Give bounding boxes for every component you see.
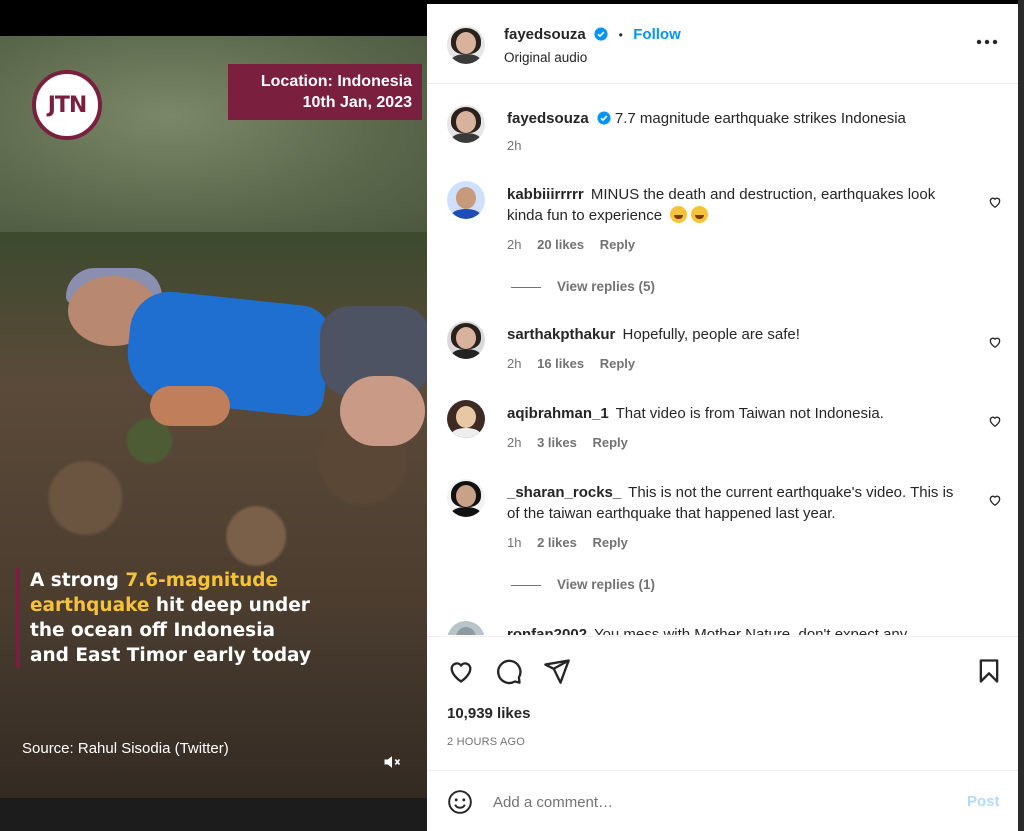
video-person-hand [150,386,230,426]
like-comment-heart-icon[interactable] [988,335,1002,349]
comment-username[interactable]: kabbiiirrrrr [507,186,584,203]
verified-icon [597,111,611,125]
heart-icon[interactable] [447,657,475,685]
reply-button[interactable]: Reply [600,237,635,252]
avatar[interactable] [447,181,485,219]
comment-body: Hopefully, people are safe! [622,326,800,343]
comment-username[interactable]: aqibrahman_1 [507,405,609,422]
location-line: Location: Indonesia [260,73,412,90]
caption-body: 7.7 magnitude earthquake strikes Indones… [614,110,906,127]
caption-username[interactable]: fayedsouza [507,110,589,127]
add-comment-bar: Post [427,770,1018,831]
comment-icon[interactable] [495,657,523,685]
avatar[interactable] [447,321,485,359]
avatar[interactable] [447,621,485,635]
emoji-icon[interactable] [447,789,473,815]
author-username[interactable]: fayedsouza [504,26,586,43]
comment-likes[interactable]: 16 likes [537,356,584,371]
comment-time: 2h [507,356,522,371]
comment-text: _sharan_rocks_ This is not the current e… [507,482,967,524]
comment-likes[interactable]: 2 likes [537,535,577,550]
avatar[interactable] [447,479,485,517]
headline-part1: A strong [30,570,126,591]
video-player[interactable]: JTN Location: Indonesia 10th Jan, 2023 A… [0,36,427,798]
avatar[interactable] [447,26,485,64]
comment-username[interactable]: ronfan2002 [507,626,587,635]
laughing-emoji-icon [670,206,688,223]
reply-button[interactable]: Reply [600,356,635,371]
comment-input[interactable] [493,789,933,815]
caption-meta: 2h [507,138,533,153]
video-person-arm [340,376,425,446]
comment-likes[interactable]: 3 likes [537,435,577,450]
view-replies-button[interactable]: View replies (5) [511,279,655,294]
post-button[interactable]: Post [967,793,1000,810]
video-bottom-bar [0,798,427,831]
like-comment-heart-icon[interactable] [988,195,1002,209]
comment-meta: 2h 20 likes Reply [507,237,647,252]
post-time: 2 HOURS AGO [447,736,525,748]
view-replies-label: View replies (5) [557,279,656,294]
video-headline: A strong 7.6-magnitude earthquake hit de… [16,568,316,668]
jtn-logo-text: JTN [47,92,88,118]
follow-button[interactable]: Follow [633,26,681,43]
caption-text: fayedsouza 7.7 magnitude earthquake stri… [507,108,967,129]
comment-time: 2h [507,237,522,252]
comment-time: 2h [507,435,522,450]
view-replies-button[interactable]: View replies (1) [511,577,655,592]
reply-button[interactable]: Reply [592,535,627,550]
post-header: fayedsouza • Follow Original audio [427,4,1018,84]
comment-likes[interactable]: 20 likes [537,237,584,252]
comment-text: kabbiiirrrrr MINUS the death and destruc… [507,184,967,226]
video-source: Source: Rahul Sisodia (Twitter) [22,740,229,757]
likes-count[interactable]: 10,939 likes [447,705,530,722]
separator-dot: • [618,28,623,42]
date-line: 10th Jan, 2023 [302,94,412,111]
reply-button[interactable]: Reply [592,435,627,450]
comment-username[interactable]: sarthakpthakur [507,326,615,343]
caption-time: 2h [507,138,522,153]
post-actions: 10,939 likes 2 HOURS AGO [427,636,1018,771]
bookmark-icon[interactable] [975,657,1003,685]
backdrop-right [1018,0,1024,831]
like-comment-heart-icon[interactable] [988,414,1002,428]
mute-icon[interactable] [382,752,402,772]
comment-username[interactable]: _sharan_rocks_ [507,484,621,501]
like-comment-heart-icon[interactable] [988,493,1002,507]
jtn-logo: JTN [32,70,102,140]
avatar[interactable] [447,105,485,143]
avatar[interactable] [447,400,485,438]
more-options-icon[interactable] [975,38,999,46]
comment-meta: 2h 16 likes Reply [507,356,647,371]
audio-label[interactable]: Original audio [504,50,587,65]
comment-text: ronfan2002 You mess with Mother Nature, … [507,624,967,635]
comment-text: sarthakpthakur Hopefully, people are saf… [507,324,967,345]
verified-icon [594,27,608,41]
comment-meta: 2h 3 likes Reply [507,435,640,450]
location-overlay: Location: Indonesia 10th Jan, 2023 [228,64,422,120]
laughing-emoji-icon [691,206,709,223]
post-panel: fayedsouza • Follow Original audio fayed… [427,4,1018,831]
view-replies-label: View replies (1) [557,577,656,592]
comment-time: 1h [507,535,522,550]
comment-body: That video is from Taiwan not Indonesia. [615,405,884,422]
comment-text: aqibrahman_1 That video is from Taiwan n… [507,403,967,424]
comment-body: You mess with Mother Nature, don't expec… [593,626,908,635]
share-icon[interactable] [543,657,571,685]
comments-list[interactable]: fayedsouza 7.7 magnitude earthquake stri… [427,85,1018,635]
comment-meta: 1h 2 likes Reply [507,535,640,550]
